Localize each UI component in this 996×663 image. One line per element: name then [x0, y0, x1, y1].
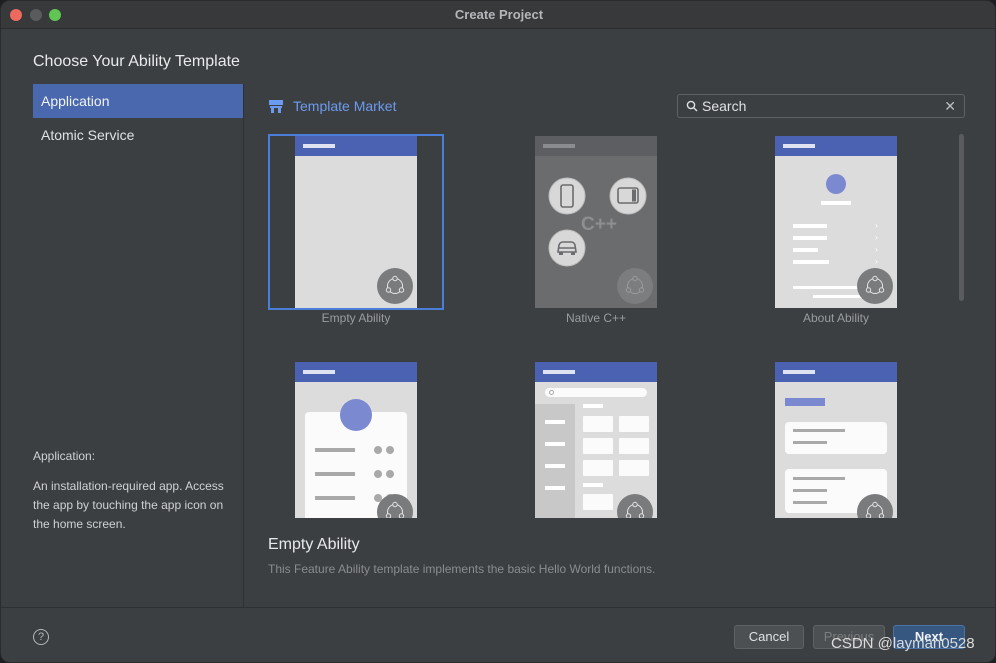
- page-title: Choose Your Ability Template: [33, 53, 240, 70]
- atomic-service-icon: [377, 268, 413, 304]
- sidebar-item-application[interactable]: Application: [33, 84, 243, 118]
- template-card-profile[interactable]: [295, 362, 417, 518]
- window-title: Create Project: [454, 7, 544, 22]
- create-project-window: Create Project Choose Your Ability Templ…: [0, 0, 996, 663]
- selected-template-description: This Feature Ability template implements…: [268, 562, 656, 576]
- template-label-empty-ability: Empty Ability: [321, 311, 391, 325]
- search-box[interactable]: ✕: [677, 94, 965, 118]
- template-card-category[interactable]: [535, 362, 657, 518]
- atomic-service-icon: [617, 268, 653, 304]
- atomic-service-icon: [857, 268, 893, 304]
- phone-icon: [548, 177, 586, 215]
- template-card-empty-ability[interactable]: [295, 136, 417, 308]
- footer-divider: [1, 607, 995, 608]
- template-label-about-ability: About Ability: [802, 311, 870, 325]
- template-card-list[interactable]: [775, 362, 897, 518]
- store-icon[interactable]: [269, 100, 283, 113]
- watermark: CSDN @layman0528: [831, 635, 975, 652]
- card-header: [775, 136, 897, 156]
- atomic-service-icon: [617, 494, 653, 518]
- avatar: [340, 399, 372, 431]
- sidebar: Application Atomic Service: [33, 84, 243, 152]
- card-header: [295, 136, 417, 156]
- atomic-service-icon: [857, 494, 893, 518]
- close-icon[interactable]: ✕: [944, 98, 956, 114]
- cancel-button[interactable]: Cancel: [734, 625, 804, 649]
- tablet-icon: [609, 177, 647, 215]
- template-card-about-ability[interactable]: › › › ›: [775, 136, 897, 308]
- sidebar-divider: [243, 84, 244, 608]
- card-header: [775, 362, 897, 382]
- cpp-glyph: C++: [581, 214, 617, 235]
- template-market-link[interactable]: Template Market: [293, 98, 396, 114]
- card-header: [535, 362, 657, 382]
- search-input[interactable]: [702, 97, 932, 115]
- card-header: [535, 136, 657, 156]
- category-description-title: Application:: [33, 449, 96, 463]
- template-label-native-cpp: Native C++: [565, 311, 627, 325]
- avatar: [826, 174, 846, 194]
- search-icon: [686, 100, 698, 112]
- category-description-text: An installation-required app. Access the…: [33, 479, 224, 531]
- sidebar-item-atomic-service[interactable]: Atomic Service: [33, 118, 243, 152]
- template-grid-scrollbar[interactable]: [959, 134, 964, 301]
- atomic-service-icon: [377, 494, 413, 518]
- template-card-native-cpp[interactable]: C++: [535, 136, 657, 308]
- template-grid[interactable]: Empty Ability C++ Native C++ › › › › Abo…: [263, 129, 953, 518]
- card-header: [295, 362, 417, 382]
- title-bar[interactable]: Create Project: [1, 1, 995, 29]
- selected-template-title: Empty Ability: [268, 536, 360, 553]
- help-icon[interactable]: ?: [33, 629, 49, 645]
